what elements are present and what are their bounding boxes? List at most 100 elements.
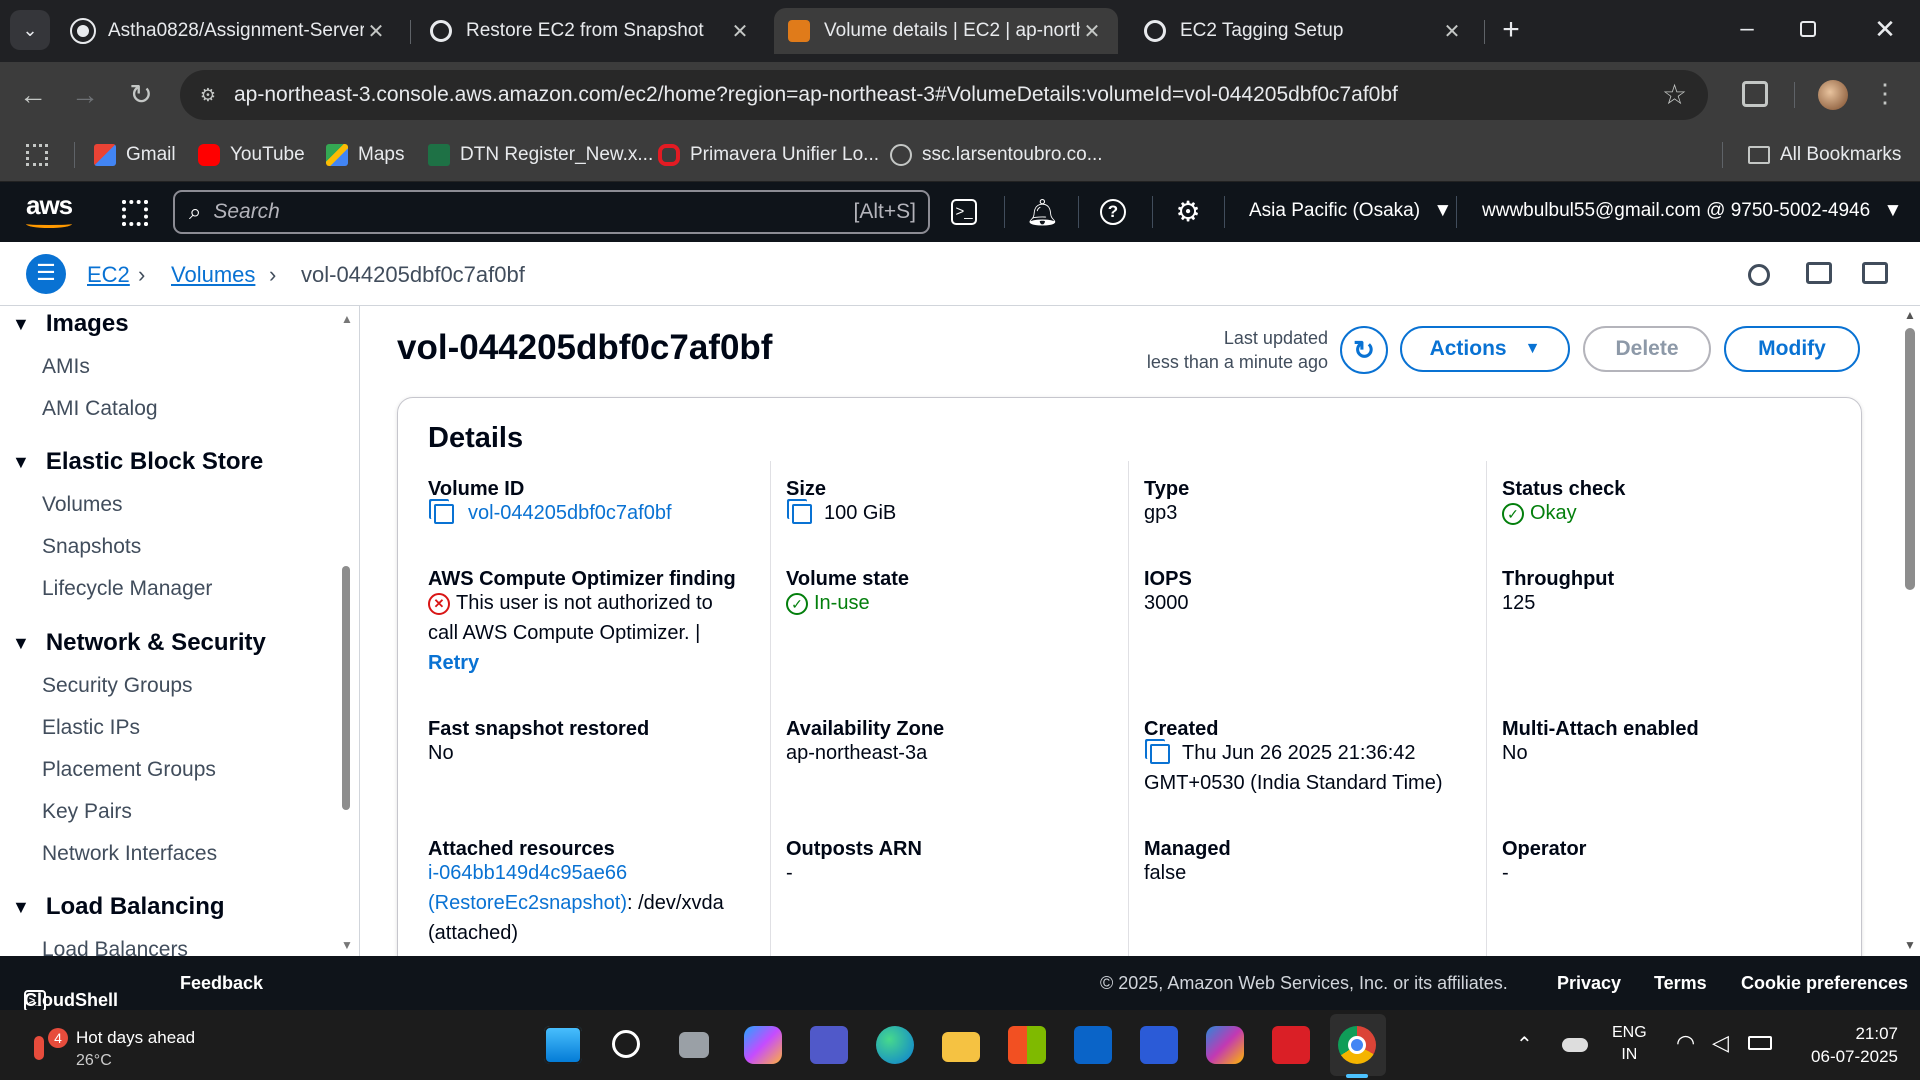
main-scroll-thumb[interactable] [1905, 328, 1915, 590]
tab-github[interactable]: Astha0828/Assignment-Serverle ✕ [58, 8, 402, 54]
aws-search-input[interactable]: ⌕ Search [Alt+S] [173, 190, 930, 234]
wifi-icon[interactable]: ◠ [1676, 1030, 1695, 1056]
sidebar-scroll-thumb[interactable] [342, 566, 350, 810]
settings-gear-icon[interactable]: ⚙ [1172, 196, 1204, 228]
copy-icon[interactable] [792, 503, 812, 524]
copyright-text: © 2025, Amazon Web Services, Inc. or its… [1100, 973, 1508, 993]
reload-button[interactable]: ↻ [124, 80, 158, 110]
close-icon[interactable]: ✕ [364, 19, 388, 44]
solidworks-icon[interactable] [1272, 1026, 1310, 1064]
bookmark-youtube[interactable]: YouTube [198, 140, 305, 170]
copy-icon[interactable] [434, 503, 454, 524]
breadcrumb-volumes[interactable]: Volumes [171, 262, 255, 288]
tab-restore-ec2[interactable]: Restore EC2 from Snapshot ✕ [416, 8, 766, 54]
tab-ec2-tagging[interactable]: EC2 Tagging Setup ✕ [1130, 8, 1478, 54]
menu-icon[interactable]: ⋮ [1872, 76, 1898, 110]
nav-item-security-groups[interactable]: Security Groups [42, 674, 193, 698]
bookmark-primavera[interactable]: Primavera Unifier Lo... [658, 140, 879, 170]
nav-section-load-balancing[interactable]: ▼ Load Balancing [12, 893, 225, 921]
minimize-button[interactable]: – [1730, 14, 1764, 48]
aws-logo[interactable]: aws [26, 190, 76, 230]
services-grid-icon[interactable] [122, 200, 148, 226]
back-button[interactable]: ← [16, 80, 50, 110]
breadcrumb-ec2[interactable]: EC2 [87, 262, 130, 288]
nav-item-load-balancers[interactable]: Load Balancers [42, 938, 188, 956]
volume-id-link[interactable]: vol-044205dbf0c7af0bf [468, 502, 672, 524]
nav-item-snapshots[interactable]: Snapshots [42, 535, 141, 559]
start-button[interactable] [544, 1026, 582, 1064]
site-info-icon[interactable]: ⚙ [194, 82, 222, 108]
retry-link[interactable]: Retry [428, 648, 758, 678]
bookmark-gmail[interactable]: Gmail [94, 140, 176, 170]
tab-volume-details[interactable]: Volume details | EC2 | ap-northe ✕ [774, 8, 1118, 54]
copy-icon[interactable] [1150, 743, 1170, 764]
nav-section-images[interactable]: ▼ Images [12, 310, 129, 338]
address-bar[interactable]: ⚙ ap-northeast-3.console.aws.amazon.com/… [180, 70, 1708, 120]
actions-dropdown-button[interactable]: Actions ▼ [1400, 326, 1570, 372]
account-menu[interactable]: wwwbulbul55@gmail.com @ 9750-5002-4946 ▼ [1482, 200, 1902, 222]
nav-item-key-pairs[interactable]: Key Pairs [42, 800, 132, 824]
system-clock[interactable]: 21:07 06-07-2025 [1780, 1022, 1898, 1068]
microsoft-store-icon[interactable] [1008, 1026, 1046, 1064]
nav-item-ami-catalog[interactable]: AMI Catalog [42, 397, 158, 421]
extensions-icon[interactable] [1742, 81, 1768, 107]
teams-icon[interactable] [810, 1026, 848, 1064]
help-icon[interactable]: ? [1100, 199, 1126, 225]
notifications-panel-icon[interactable] [1806, 262, 1832, 284]
nav-item-amis[interactable]: AMIs [42, 355, 90, 379]
nav-item-elastic-ips[interactable]: Elastic IPs [42, 716, 140, 740]
onedrive-icon[interactable] [1562, 1038, 1588, 1052]
bookmark-star-icon[interactable]: ☆ [1662, 78, 1687, 111]
main-scrollbar[interactable]: ▲ ▼ [1900, 306, 1920, 956]
cookie-preferences-link[interactable]: Cookie preferences [1741, 973, 1908, 994]
tab-search-button[interactable]: ⌄ [10, 10, 50, 50]
restore-button[interactable] [1800, 21, 1816, 37]
nav-item-placement-groups[interactable]: Placement Groups [42, 758, 216, 782]
edge-icon[interactable] [876, 1026, 914, 1064]
bookmark-ssc-larsen[interactable]: ssc.larsentoubro.co... [890, 140, 1103, 170]
sidebar-scrollbar[interactable]: ▲ ▼ [338, 312, 354, 952]
language-indicator[interactable]: ENG IN [1612, 1022, 1647, 1066]
modify-button[interactable]: Modify [1724, 326, 1860, 372]
terms-link[interactable]: Terms [1654, 973, 1707, 994]
bookmark-dtn-register[interactable]: DTN Register_New.x... [428, 140, 653, 170]
m365-icon[interactable] [1206, 1026, 1244, 1064]
copilot-icon[interactable] [744, 1026, 782, 1064]
outlook-icon[interactable] [1074, 1026, 1112, 1064]
forward-button[interactable]: → [68, 80, 102, 110]
help-panel-icon[interactable] [1862, 262, 1888, 284]
nav-item-network-interfaces[interactable]: Network Interfaces [42, 842, 217, 866]
close-window-button[interactable]: ✕ [1868, 12, 1902, 46]
task-view-icon[interactable] [679, 1032, 709, 1058]
notifications-bell-icon[interactable]: 🔔︎ [1026, 196, 1059, 228]
delete-button[interactable]: Delete [1583, 326, 1711, 372]
nav-section-network-security[interactable]: ▼ Network & Security [12, 629, 266, 657]
new-tab-button[interactable]: + [1494, 14, 1528, 48]
apps-grid-icon[interactable] [26, 144, 48, 166]
refresh-button[interactable]: ↻ [1340, 326, 1388, 374]
file-explorer-icon[interactable] [942, 1032, 980, 1062]
feedback-link[interactable]: Feedback [180, 973, 263, 994]
bookmark-maps[interactable]: Maps [326, 140, 404, 170]
info-panel-icon[interactable] [1748, 264, 1770, 286]
show-hidden-icons[interactable]: ⌃ [1516, 1032, 1533, 1057]
instance-name-link[interactable]: (RestoreEc2snapshot) [428, 892, 627, 914]
close-icon[interactable]: ✕ [1440, 19, 1464, 44]
close-icon[interactable]: ✕ [1080, 19, 1104, 44]
region-selector[interactable]: Asia Pacific (Osaka) ▼ [1249, 200, 1452, 222]
nav-item-lifecycle-manager[interactable]: Lifecycle Manager [42, 577, 212, 601]
search-icon[interactable] [612, 1030, 640, 1058]
cloudshell-icon[interactable]: >_ [951, 199, 977, 225]
weather-widget[interactable]: 4 Hot days ahead 26°C [26, 1020, 246, 1072]
instance-link[interactable]: i-064bb149d4c95ae66 [428, 858, 724, 888]
volume-icon[interactable]: ◁ [1712, 1030, 1729, 1056]
battery-icon[interactable] [1748, 1036, 1772, 1050]
nav-menu-toggle[interactable]: ☰ [26, 254, 66, 294]
close-icon[interactable]: ✕ [728, 19, 752, 44]
power-automate-icon[interactable] [1140, 1026, 1178, 1064]
privacy-link[interactable]: Privacy [1557, 973, 1621, 994]
all-bookmarks-button[interactable]: All Bookmarks [1748, 140, 1901, 170]
nav-section-ebs[interactable]: ▼ Elastic Block Store [12, 448, 263, 476]
profile-avatar[interactable] [1818, 80, 1848, 110]
nav-item-volumes[interactable]: Volumes [42, 493, 123, 517]
